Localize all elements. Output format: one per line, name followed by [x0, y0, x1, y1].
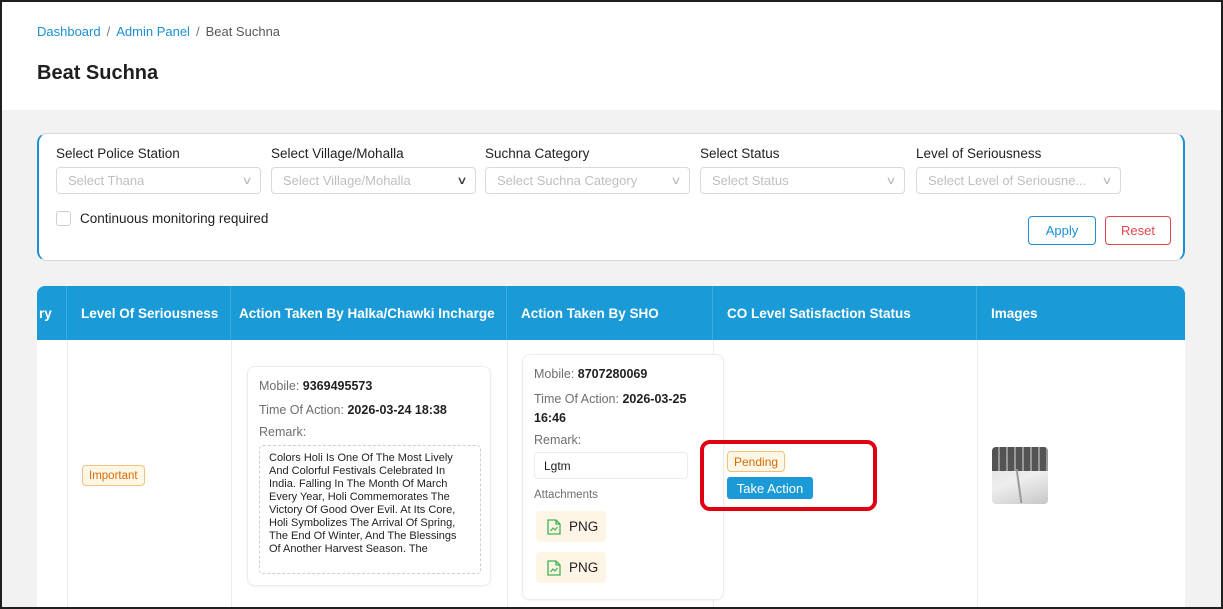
reset-button[interactable]: Reset [1105, 216, 1171, 245]
thumbnail-keyboard [992, 447, 1048, 471]
breadcrumb-admin-panel-link[interactable]: Admin Panel [116, 24, 190, 39]
breadcrumb: Dashboard / Admin Panel / Beat Suchna [37, 24, 280, 39]
chevron-down-icon: ∨ [670, 175, 682, 187]
status-select[interactable]: Select Status ∨ [700, 167, 905, 194]
page-header: Dashboard / Admin Panel / Beat Suchna Be… [2, 2, 1221, 110]
seriousness-select[interactable]: Select Level of Seriousne... ∨ [916, 167, 1121, 194]
png-attachment[interactable]: PNG [536, 511, 606, 542]
apply-button[interactable]: Apply [1028, 216, 1096, 245]
sho-remark-text: Lgtm [534, 452, 688, 479]
police-station-select[interactable]: Select Thana ∨ [56, 167, 261, 194]
sho-action-card: Mobile: 8707280069 Time Of Action: 2026-… [522, 354, 724, 600]
halka-mobile: Mobile: 9369495573 [259, 379, 372, 393]
chevron-down-icon: ∨ [241, 175, 253, 187]
page-title: Beat Suchna [37, 62, 159, 84]
sho-time-value-cont: 16:46 [534, 411, 566, 425]
seriousness-label: Level of Seriousness [916, 146, 1042, 161]
app-window: Dashboard / Admin Panel / Beat Suchna Be… [0, 0, 1223, 609]
highlight-annotation [700, 440, 877, 511]
sho-time-label: Time Of Action: [534, 392, 619, 406]
image-file-icon [547, 518, 561, 535]
image-thumbnail[interactable] [992, 447, 1048, 504]
chevron-down-icon: ∨ [885, 175, 897, 187]
police-station-placeholder: Select Thana [68, 173, 145, 188]
column-header-halka-action: Action Taken By Halka/Chawki Incharge [231, 286, 507, 340]
halka-time: Time Of Action: 2026-03-24 18:38 [259, 403, 447, 417]
filter-panel: Select Police Station Select Thana ∨ Sel… [37, 133, 1185, 261]
sho-mobile-label: Mobile: [534, 367, 575, 381]
column-header-seriousness: Level Of Seriousness [67, 286, 231, 340]
village-select[interactable]: Select Village/Mohalla ∨ [271, 167, 476, 194]
png-attachment-label: PNG [569, 560, 599, 575]
category-filter: Suchna Category Select Suchna Category ∨ [485, 146, 690, 194]
category-placeholder: Select Suchna Category [497, 173, 638, 188]
sho-time: Time Of Action: 2026-03-25 16:46 [534, 390, 720, 428]
sho-mobile-value: 8707280069 [577, 367, 648, 381]
sho-time-value: 2026-03-25 [622, 392, 687, 406]
status-placeholder: Select Status [712, 173, 789, 188]
halka-mobile-value: 9369495573 [302, 379, 373, 393]
seriousness-filter: Level of Seriousness Select Level of Ser… [916, 146, 1121, 194]
sho-remark-label: Remark: [534, 433, 582, 447]
column-divider [977, 340, 978, 607]
co-status-tag: Pending [727, 451, 786, 472]
chevron-down-icon: ∨ [1101, 175, 1113, 187]
column-header-images: Images [991, 305, 1038, 321]
png-attachment[interactable]: PNG [536, 552, 606, 583]
column-header-co-status: CO Level Satisfaction Status [713, 286, 977, 340]
breadcrumb-current: Beat Suchna [205, 24, 281, 39]
image-file-icon [547, 559, 561, 576]
halka-time-label: Time Of Action: [259, 403, 344, 417]
breadcrumb-dashboard-link[interactable]: Dashboard [37, 24, 101, 39]
sho-mobile: Mobile: 8707280069 [534, 367, 647, 381]
police-station-filter: Select Police Station Select Thana ∨ [56, 146, 261, 194]
village-filter: Select Village/Mohalla Select Village/Mo… [271, 146, 476, 194]
suchna-table: ry Level Of Seriousness Action Taken By … [37, 286, 1185, 607]
village-label: Select Village/Mohalla [271, 146, 404, 161]
sho-attachments-label: Attachments [534, 489, 598, 501]
column-header-sho-action: Action Taken By SHO [507, 286, 713, 340]
police-station-label: Select Police Station [56, 146, 180, 161]
halka-remark-label: Remark: [259, 425, 307, 439]
breadcrumb-separator: / [106, 24, 111, 39]
continuous-monitoring-label: Continuous monitoring required [80, 211, 269, 226]
continuous-monitoring-checkbox[interactable] [56, 211, 71, 226]
table-header: ry Level Of Seriousness Action Taken By … [37, 286, 1185, 340]
seriousness-tag: Important [82, 465, 145, 486]
halka-time-value: 2026-03-24 18:38 [347, 403, 447, 417]
png-attachment-label: PNG [569, 519, 599, 534]
seriousness-placeholder: Select Level of Seriousne... [928, 173, 1087, 188]
halka-action-card: Mobile: 9369495573 Time Of Action: 2026-… [247, 366, 491, 586]
take-action-button[interactable]: Take Action [727, 477, 813, 499]
halka-remark-text: Colors Holi Is One Of The Most Lively An… [259, 445, 481, 574]
thumbnail-detail [1015, 469, 1023, 503]
chevron-down-icon: ∨ [456, 175, 468, 187]
village-placeholder: Select Village/Mohalla [283, 173, 411, 188]
column-divider [507, 340, 508, 607]
breadcrumb-separator: / [195, 24, 200, 39]
category-label: Suchna Category [485, 146, 590, 161]
status-label: Select Status [700, 146, 780, 161]
continuous-monitoring-checkbox-row[interactable]: Continuous monitoring required [56, 211, 268, 226]
category-select[interactable]: Select Suchna Category ∨ [485, 167, 690, 194]
column-header-category: ry [37, 286, 67, 340]
column-divider [231, 340, 232, 607]
status-filter: Select Status Select Status ∨ [700, 146, 905, 194]
column-divider [67, 340, 68, 607]
halka-mobile-label: Mobile: [259, 379, 300, 393]
